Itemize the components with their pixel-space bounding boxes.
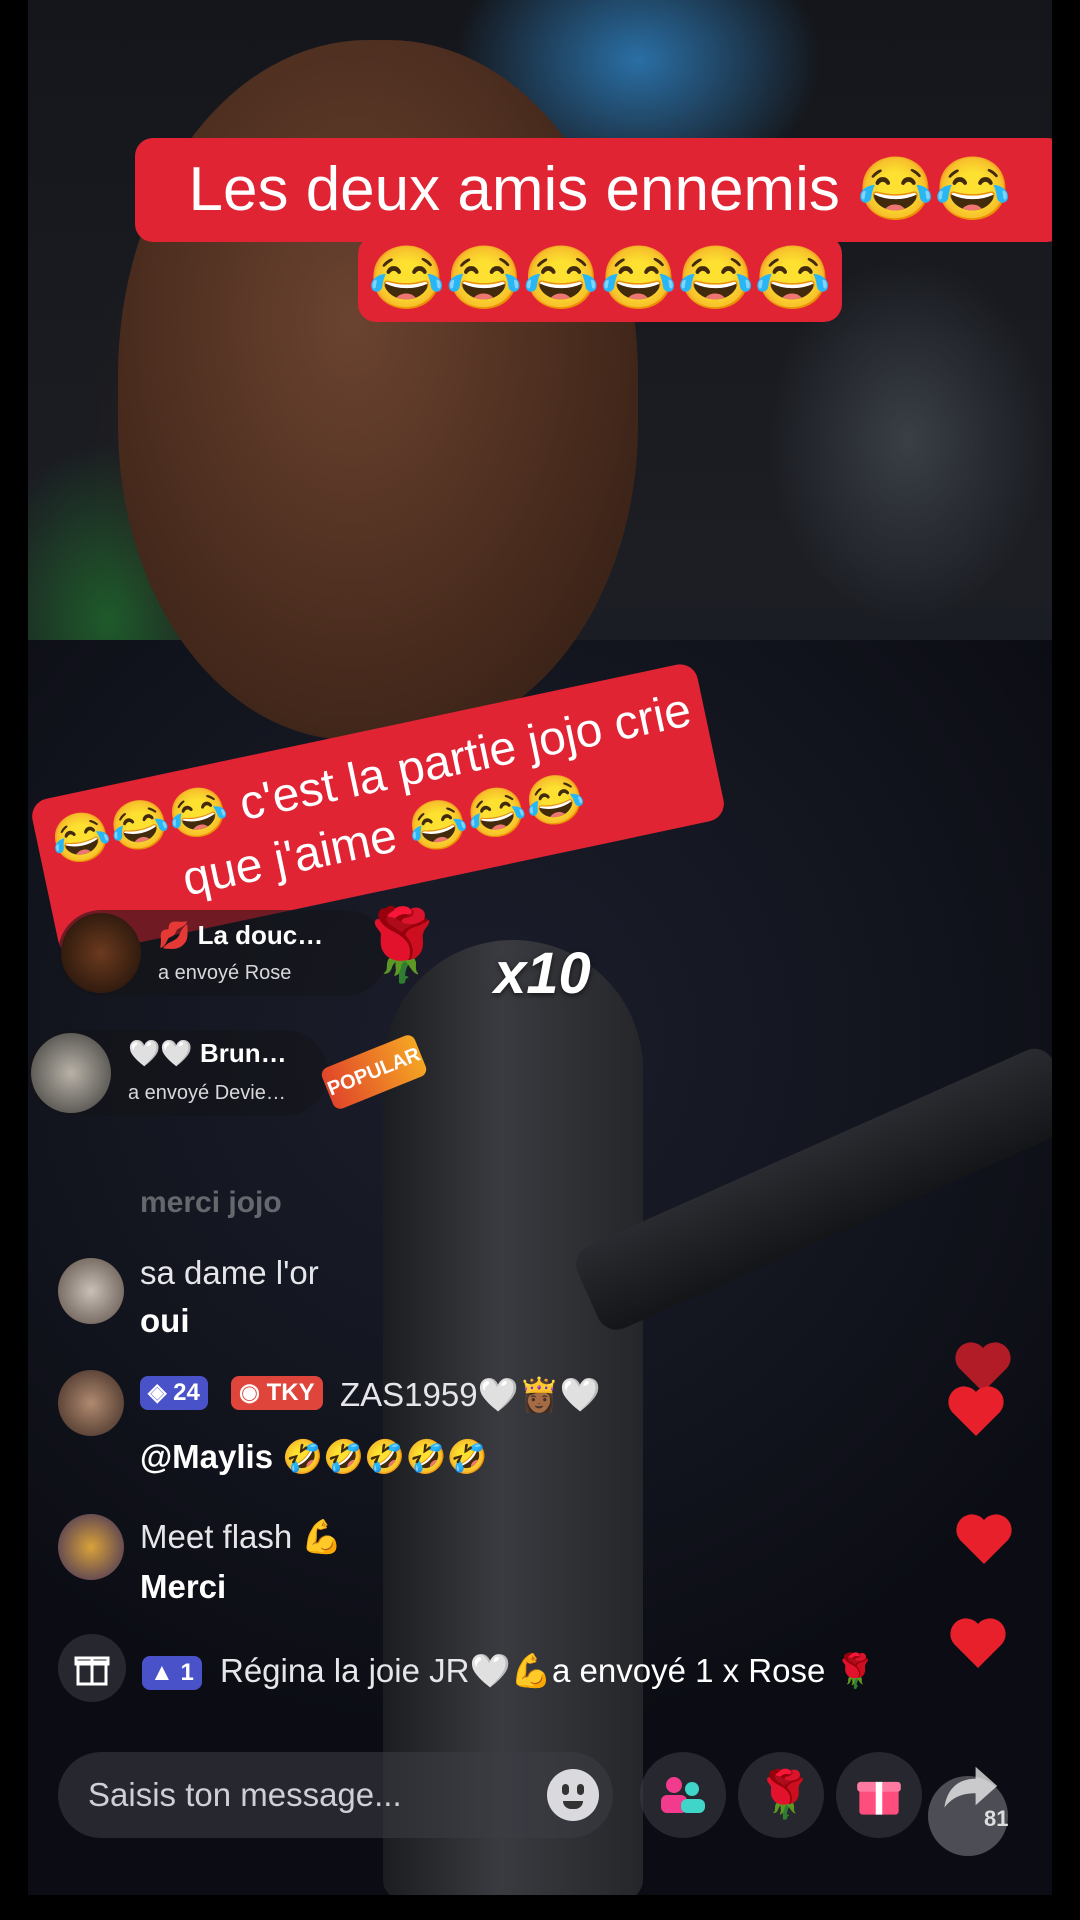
comment-text: @Maylis 🤣🤣🤣🤣🤣 [140,1438,488,1475]
level-number: 24 [173,1379,200,1406]
heart-icon [950,1618,1006,1668]
people-icon [661,1777,705,1813]
multi-guest-button[interactable] [640,1752,726,1838]
avatar[interactable] [31,1033,111,1113]
share-count: 81 [984,1806,1009,1831]
gift-action-text: a envoyé Devie… [128,1082,286,1105]
comment-text: Merci [140,1568,227,1605]
gift-sender-name: 🤍🤍 Brun… [128,1038,287,1068]
comment-username[interactable]: ZAS1959🤍👸🏾🤍 [340,1376,601,1415]
gift-sender-name: 💋 La douc… [158,920,324,950]
live-video: Les deux amis ennemis 😂😂 😂😂😂😂😂😂 😂😂😂 c'es… [28,0,1052,1895]
diamond-icon: ◈ [148,1379,167,1406]
avatar[interactable] [61,913,141,993]
rose-icon: 🌹 [358,904,446,986]
comment-username[interactable]: Meet flash 💪 [140,1518,343,1557]
caption-top-line1: Les deux amis ennemis 😂😂 [135,138,1052,242]
message-input[interactable]: Saisis ton message... [58,1752,613,1838]
gift-notification[interactable]: 🤍🤍 Brun… a envoyé Devie… [28,1030,328,1116]
share-button[interactable]: 81 [908,1746,1028,1856]
fan-club-name: TKY [266,1379,315,1406]
gift-box-button[interactable] [58,1634,126,1702]
gift-name: Rose [244,962,292,984]
heart-icon [956,1514,1012,1564]
heart-icon [948,1386,1004,1436]
avatar[interactable] [58,1514,124,1580]
fan-club-badge: ◉ TKY [231,1376,323,1410]
avatar[interactable] [58,1258,124,1324]
faded-comment: merci jojo [140,1190,282,1219]
level-badge: ▲ 1 [142,1656,202,1690]
fan-club-icon: ◉ [239,1379,260,1406]
gift-action-prefix: a envoyé [158,962,240,984]
gift-icon [74,1656,110,1686]
gift-action-prefix: a envoyé [128,1082,210,1104]
comment-username[interactable]: sa dame l'or [140,1254,319,1292]
rose-icon: 🌹 [756,1767,814,1821]
gift-combo-count: x10 [494,941,591,1006]
gift-event-user[interactable]: Régina la joie JR🤍💪 [220,1652,552,1691]
avatar[interactable] [58,1370,124,1436]
message-placeholder: Saisis ton message... [88,1776,402,1813]
caption-top-line2: 😂😂😂😂😂😂 [358,236,842,322]
comment-text: oui [140,1302,190,1339]
gift-icon [857,1781,901,1815]
level-number: 1 [180,1659,194,1686]
emoji-icon[interactable] [547,1769,599,1821]
gift-action-text: a envoyé Rose [158,962,291,985]
level-badge: ◈ 24 [140,1376,208,1410]
gift-notification[interactable]: 💋 La douc… a envoyé Rose [58,910,388,996]
level-icon: ▲ [150,1659,174,1686]
gift-name: Devie… [214,1082,286,1104]
share-icon [944,1766,998,1808]
rose-gift-button[interactable]: 🌹 [738,1752,824,1838]
gift-event-text: a envoyé 1 x Rose 🌹 [552,1652,876,1689]
